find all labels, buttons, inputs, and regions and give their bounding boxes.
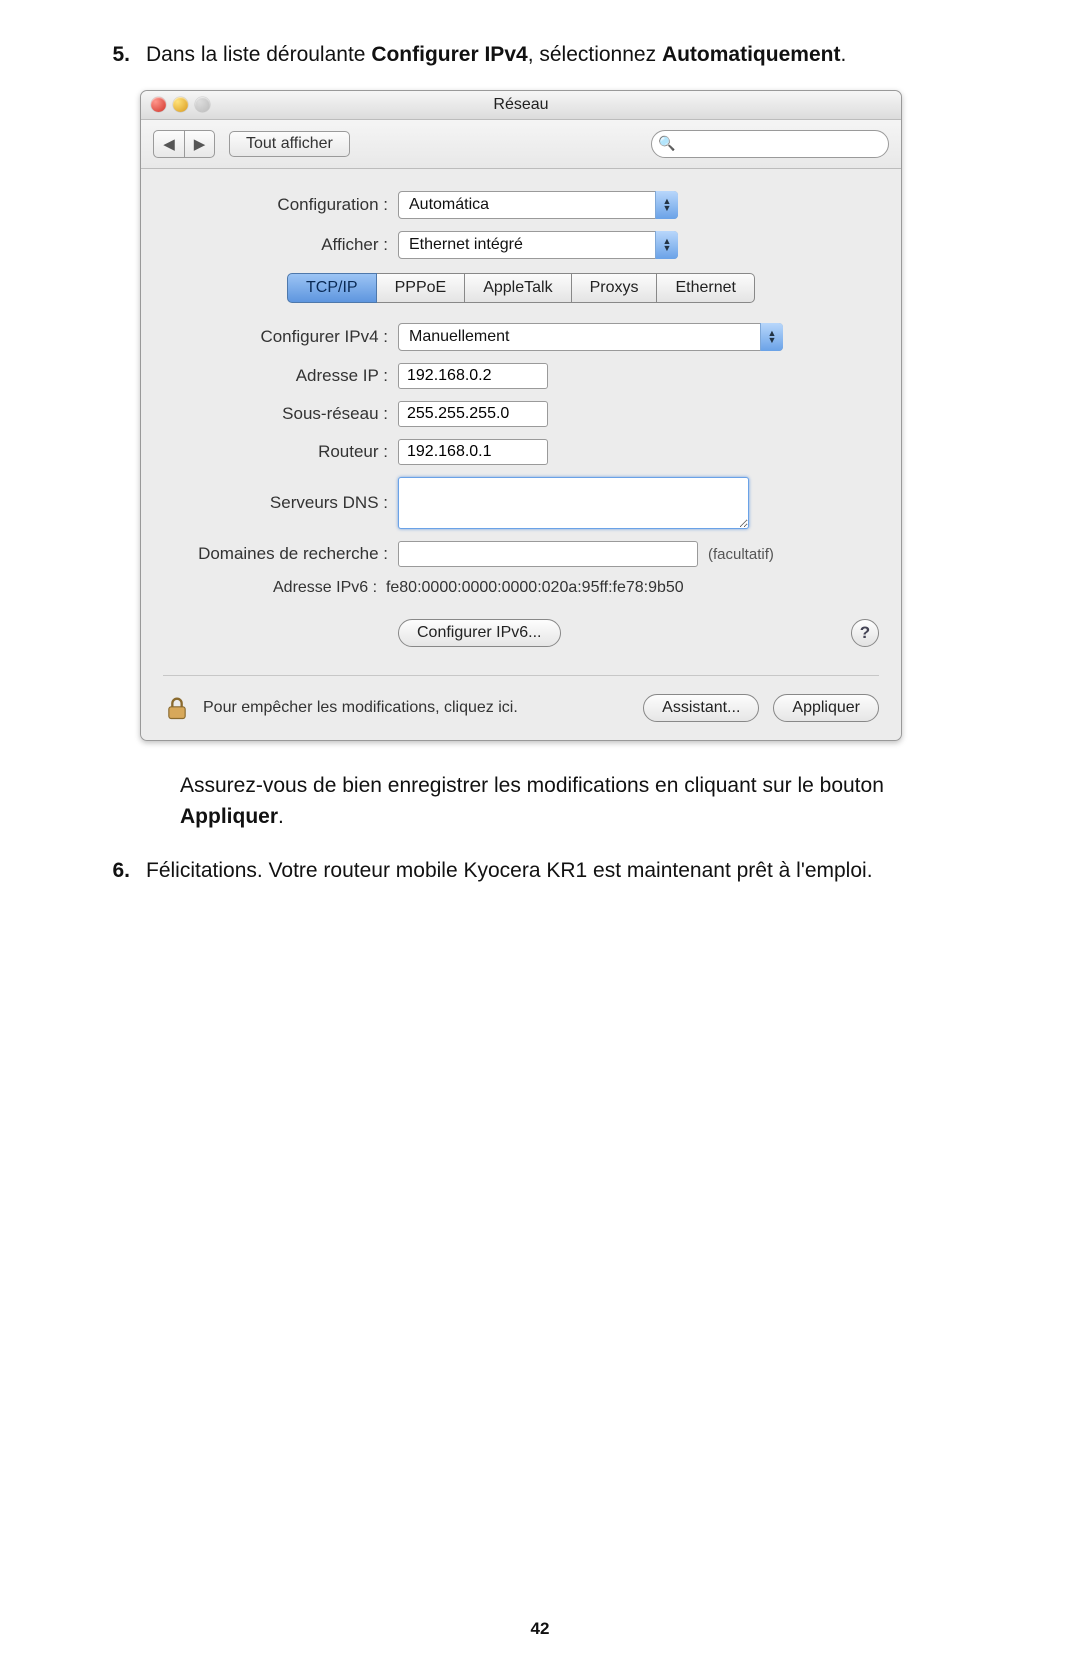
zoom-icon[interactable] — [195, 97, 210, 112]
nav-back-button[interactable]: ◀ — [154, 131, 184, 157]
assistant-button[interactable]: Assistant... — [643, 694, 759, 722]
title-bar: Réseau — [141, 91, 901, 120]
show-all-button[interactable]: Tout afficher — [229, 131, 350, 157]
lock-icon[interactable] — [163, 694, 191, 722]
text: Dans la liste déroulante — [146, 43, 371, 66]
tab-bar: TCP/IP PPPoE AppleTalk Proxys Ethernet — [163, 273, 879, 303]
configuration-label: Configuration : — [163, 195, 398, 215]
dns-servers-label: Serveurs DNS : — [163, 493, 398, 513]
instruction-step-6: 6. Félicitations. Votre routeur mobile K… — [90, 856, 990, 886]
router-label: Routeur : — [163, 442, 398, 462]
subnet-label: Sous-réseau : — [163, 404, 398, 424]
configure-ipv6-button[interactable]: Configurer IPv6... — [398, 619, 561, 647]
ipv6-label: Adresse IPv6 : — [273, 579, 377, 596]
step-text: Dans la liste déroulante Configurer IPv4… — [146, 40, 990, 70]
chevron-updown-icon: ▲▼ — [655, 231, 678, 259]
close-icon[interactable] — [151, 97, 166, 112]
help-button[interactable]: ? — [851, 619, 879, 647]
router-input[interactable] — [398, 439, 548, 465]
configuration-select[interactable]: Automática ▲▼ — [398, 191, 678, 219]
window-content: Configuration : Automática ▲▼ Afficher :… — [141, 169, 901, 740]
page-number: 42 — [0, 1619, 1080, 1639]
bold: Configurer IPv4 — [371, 43, 527, 66]
configure-ipv4-label: Configurer IPv4 : — [163, 327, 398, 347]
step-text: Félicitations. Votre routeur mobile Kyoc… — [146, 856, 990, 886]
lock-text: Pour empêcher les modifications, cliquez… — [203, 699, 518, 717]
tab-tcpip[interactable]: TCP/IP — [287, 273, 377, 303]
text: . — [840, 43, 846, 66]
show-select[interactable]: Ethernet intégré ▲▼ — [398, 231, 678, 259]
instruction-step-5: 5. Dans la liste déroulante Configurer I… — [90, 40, 990, 70]
traffic-lights — [151, 97, 210, 112]
show-label: Afficher : — [163, 235, 398, 255]
search-field: 🔍 — [651, 130, 889, 158]
text: Assurez-vous de bien enregistrer les mod… — [180, 774, 884, 797]
optional-hint: (facultatif) — [708, 546, 774, 563]
text: , sélectionnez — [528, 43, 662, 66]
search-input[interactable] — [651, 130, 889, 158]
step-number: 5. — [90, 40, 146, 70]
ip-address-label: Adresse IP : — [163, 366, 398, 386]
search-domains-input[interactable] — [398, 541, 698, 567]
minimize-icon[interactable] — [173, 97, 188, 112]
ipv6-address-line: Adresse IPv6 : fe80:0000:0000:0000:020a:… — [273, 579, 879, 597]
tab-appletalk[interactable]: AppleTalk — [465, 273, 571, 303]
show-value: Ethernet intégré — [398, 231, 678, 259]
nav-forward-button[interactable]: ▶ — [184, 131, 214, 157]
configure-ipv4-select[interactable]: Manuellement ▲▼ — [398, 323, 783, 351]
window-title: Réseau — [493, 96, 548, 113]
dns-servers-input[interactable] — [398, 477, 749, 529]
configuration-value: Automática — [398, 191, 678, 219]
tab-proxys[interactable]: Proxys — [572, 273, 658, 303]
ip-address-input[interactable] — [398, 363, 548, 389]
search-icon: 🔍 — [658, 135, 675, 152]
chevron-updown-icon: ▲▼ — [760, 323, 783, 351]
window-footer: Pour empêcher les modifications, cliquez… — [163, 675, 879, 722]
configure-ipv4-value: Manuellement — [398, 323, 783, 351]
ipv6-value: fe80:0000:0000:0000:020a:95ff:fe78:9b50 — [386, 579, 684, 596]
subnet-input[interactable] — [398, 401, 548, 427]
toolbar: ◀ ▶ Tout afficher 🔍 — [141, 120, 901, 169]
step-number: 6. — [90, 856, 146, 886]
network-preferences-window: Réseau ◀ ▶ Tout afficher 🔍 Configuration… — [140, 90, 902, 741]
text: . — [278, 805, 284, 828]
chevron-updown-icon: ▲▼ — [655, 191, 678, 219]
bold: Appliquer — [180, 805, 278, 828]
apply-button[interactable]: Appliquer — [773, 694, 879, 722]
apply-paragraph: Assurez-vous de bien enregistrer les mod… — [180, 771, 990, 832]
nav-segment: ◀ ▶ — [153, 130, 215, 158]
bold: Automatiquement — [662, 43, 841, 66]
tab-ethernet[interactable]: Ethernet — [657, 273, 754, 303]
search-domains-label: Domaines de recherche : — [163, 544, 398, 564]
tab-pppoe[interactable]: PPPoE — [377, 273, 466, 303]
